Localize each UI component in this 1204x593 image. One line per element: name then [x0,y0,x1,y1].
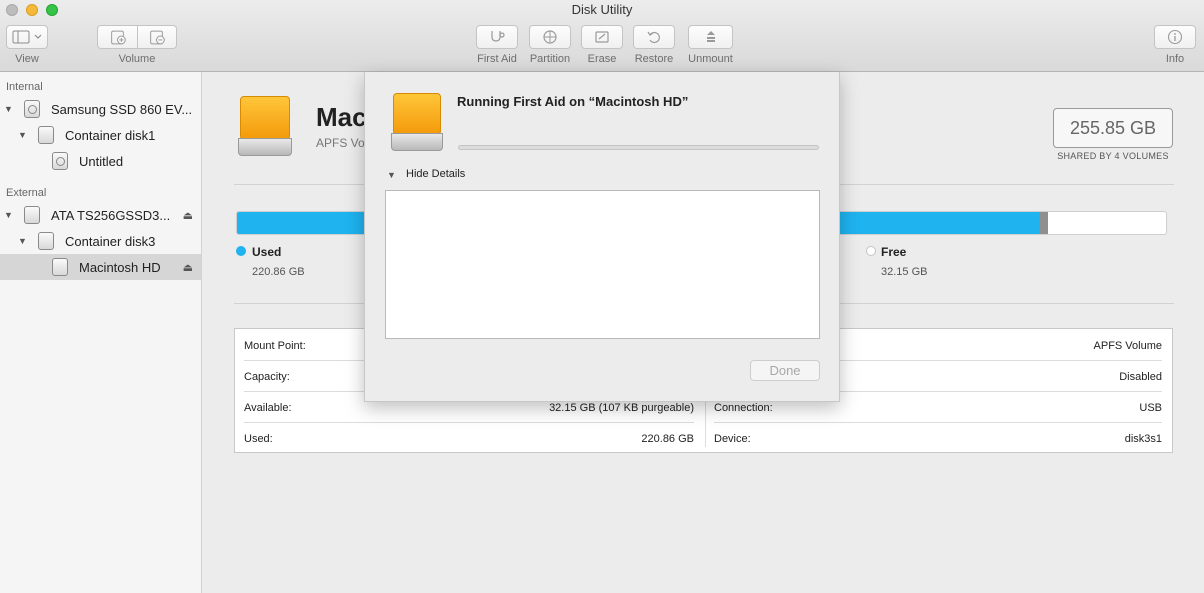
disclosure-triangle-icon[interactable]: ▼ [18,130,27,140]
eject-icon[interactable]: ⏏ [183,209,193,222]
sidebar-item-label: ATA TS256GSSD3... [51,207,171,223]
external-section-header: External [6,187,47,199]
info-key: Mount Point: [244,339,306,352]
free-value: 32.15 GB [881,266,928,278]
sidebar-item-label: Untitled [79,153,124,169]
sidebar-view-icon [12,30,42,44]
restore-label: Restore [634,53,674,65]
toolbar: Disk Utility View Volume First Aid Parti… [0,0,1204,72]
first-aid-label: First Aid [477,53,517,65]
sidebar-item-samsung-ssd[interactable]: ▼ Samsung SSD 860 EV... [0,96,201,122]
first-aid-sheet: Running First Aid on “Macintosh HD” ▼ Hi… [364,72,840,402]
info-key: Device: [714,432,751,445]
sidebar-item-label: Container disk3 [65,233,156,249]
volume-drive-icon [391,93,443,153]
internal-section-header: Internal [6,81,43,93]
internal-disk-icon [24,100,40,118]
info-value: USB [1139,401,1162,414]
shared-volumes-note: SHARED BY 4 VOLUMES [1057,151,1169,161]
window-title: Disk Utility [571,2,633,17]
container-icon [38,126,54,144]
sidebar-item-container-disk3[interactable]: ▼ Container disk3 [0,228,201,254]
free-legend-dot [866,246,876,256]
hide-details-toggle[interactable]: Hide Details [406,168,465,180]
info-key: Connection: [714,401,773,414]
partition-pie-icon [543,30,557,44]
info-row-device: Device: disk3s1 [714,423,1162,454]
remove-volume-icon[interactable] [150,30,165,45]
disclosure-triangle-icon[interactable]: ▼ [18,236,27,246]
sidebar-item-label: Samsung SSD 860 EV... [51,101,193,117]
usage-purgeable-segment [1038,212,1048,234]
view-label: View [15,53,39,65]
info-key: Used: [244,432,273,445]
details-log[interactable] [385,190,820,339]
unmount-icon [706,31,715,42]
external-disk-icon [24,206,40,224]
used-label: Used [252,245,282,259]
sidebar-item-untitled[interactable]: Untitled [0,148,201,174]
info-icon [1167,29,1183,45]
volume-drive-icon [238,96,294,158]
eject-icon[interactable]: ⏏ [183,261,193,274]
restore-arrow-icon [647,31,660,44]
first-aid-button[interactable] [476,25,518,49]
unmount-label: Unmount [688,53,733,65]
segment-divider [137,26,138,48]
info-row-used: Used: 220.86 GB [244,423,694,454]
sidebar-item-label: Macintosh HD [79,259,161,275]
restore-button[interactable] [633,25,675,49]
partition-button[interactable] [529,25,571,49]
sidebar: Internal ▼ Samsung SSD 860 EV... ▼ Conta… [0,72,202,593]
volume-icon [52,258,68,276]
erase-disk-icon [595,31,609,43]
volume-icon [52,152,68,170]
volume-label: Volume [118,53,156,65]
info-value: disk3s1 [1124,432,1162,445]
free-label: Free [881,245,907,259]
info-value: 32.15 GB (107 KB purgeable) [549,401,694,414]
info-value: APFS Volume [1093,339,1162,352]
info-key: Capacity: [244,370,290,383]
used-legend-dot [236,246,246,256]
done-button[interactable]: Done [750,360,820,381]
erase-label: Erase [587,53,617,65]
hide-details-triangle-icon[interactable]: ▼ [387,170,396,180]
sidebar-item-macintosh-hd[interactable]: Macintosh HD ⏏ [0,254,201,280]
volume-subtitle: APFS Vo [316,136,365,150]
info-label: Info [1165,53,1185,65]
disclosure-triangle-icon[interactable]: ▼ [4,104,13,114]
volume-name: Mac [316,102,367,132]
sidebar-item-label: Container disk1 [65,127,156,143]
sidebar-item-ata-ts256[interactable]: ▼ ATA TS256GSSD3... ⏏ [0,202,201,228]
info-value: Disabled [1119,370,1162,383]
capacity-badge: 255.85 GB [1053,108,1173,148]
info-key: Available: [244,401,292,414]
view-button[interactable] [6,25,48,49]
partition-label: Partition [529,53,571,65]
first-aid-progress-bar [458,145,819,150]
stethoscope-icon [491,31,505,42]
sheet-title: Running First Aid on “Macintosh HD” [457,94,689,109]
used-value: 220.86 GB [252,266,305,278]
info-value: 220.86 GB [641,432,694,445]
disclosure-triangle-icon[interactable]: ▼ [4,210,13,220]
info-button[interactable] [1154,25,1196,49]
erase-button[interactable] [581,25,623,49]
unmount-button[interactable] [688,25,733,49]
sidebar-item-container-disk1[interactable]: ▼ Container disk1 [0,122,201,148]
container-icon [38,232,54,250]
add-volume-icon[interactable] [111,30,126,45]
